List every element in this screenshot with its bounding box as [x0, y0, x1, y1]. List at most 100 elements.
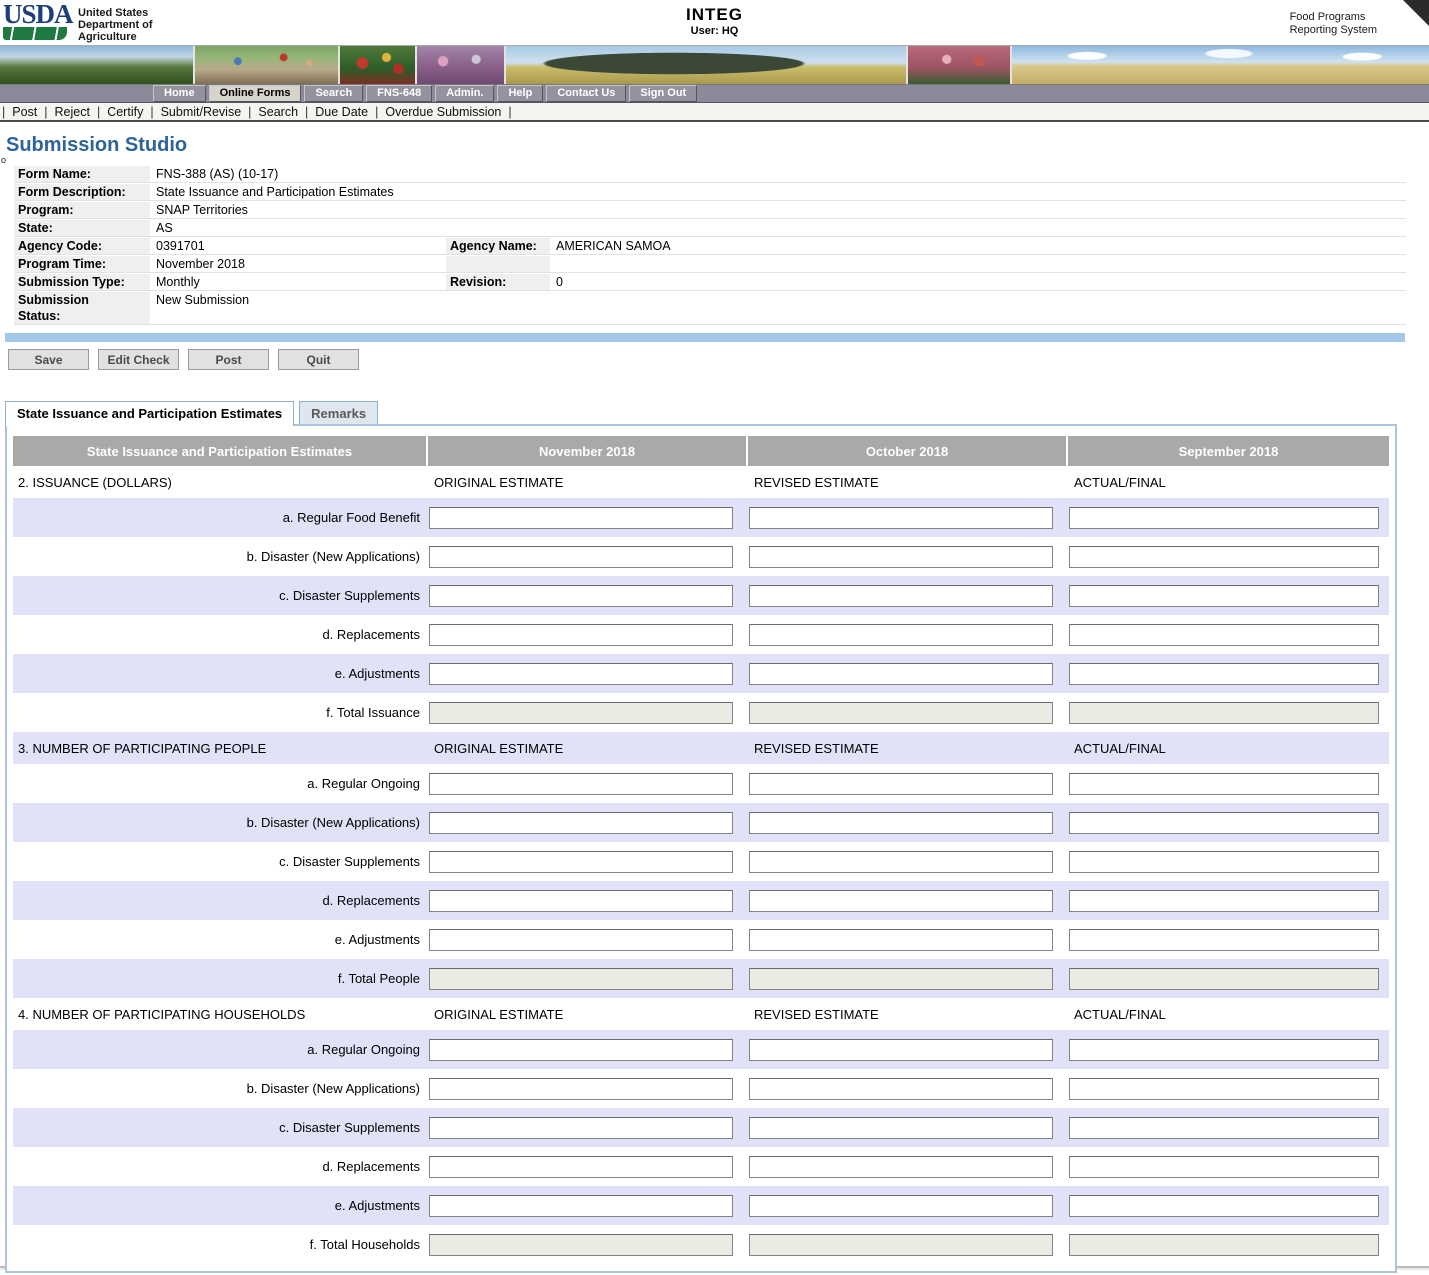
a-regular-food-benefit-september-2018-input[interactable]	[1069, 506, 1379, 529]
a-regular-food-benefit-november-2018-input[interactable]	[429, 506, 733, 529]
a-regular-ongoing-november-2018-input[interactable]	[429, 1038, 733, 1061]
e-adjustments-september-2018-input[interactable]	[1069, 662, 1379, 685]
d-replacements-september-2018-input[interactable]	[1069, 1155, 1379, 1178]
d-replacements-november-2018-input[interactable]	[429, 623, 733, 646]
metadata-value-program-time: November 2018	[156, 257, 245, 271]
tab-remarks[interactable]: Remarks	[299, 401, 379, 424]
toolbar-certify[interactable]: Certify	[100, 105, 150, 119]
c-disaster-supplements-november-2018-input[interactable]	[429, 1116, 733, 1139]
metadata-label-agency-code: Agency Code:	[14, 238, 150, 254]
environment-title: INTEG	[686, 5, 743, 24]
fprs-page: USDA United States Department of Agricul…	[0, 0, 1429, 1275]
column-label-original-estimate: ORIGINAL ESTIMATE	[434, 474, 564, 490]
toolbar-due-date[interactable]: Due Date	[308, 105, 375, 119]
save-button[interactable]: Save	[8, 349, 89, 370]
tab-state-issuance-and-participation-estimates[interactable]: State Issuance and Participation Estimat…	[5, 401, 295, 426]
toolbar-post[interactable]: Post	[5, 105, 44, 119]
grid-cell	[1068, 545, 1389, 568]
toolbar-submit-revise[interactable]: Submit/Revise	[154, 105, 249, 119]
grid-cell	[748, 1077, 1068, 1100]
c-disaster-supplements-october-2018-input[interactable]	[749, 1116, 1053, 1139]
grid-cell	[428, 584, 748, 607]
b-disaster-new-applications-october-2018-input[interactable]	[749, 545, 1053, 568]
d-replacements-september-2018-input[interactable]	[1069, 623, 1379, 646]
post-button[interactable]: Post	[188, 349, 269, 370]
user-label: User: HQ	[690, 25, 739, 37]
grid-cell	[428, 772, 748, 795]
c-disaster-supplements-september-2018-input[interactable]	[1069, 1116, 1379, 1139]
a-regular-food-benefit-october-2018-input[interactable]	[749, 506, 1053, 529]
metadata-label-form-description: Form Description:	[14, 184, 150, 200]
a-regular-ongoing-october-2018-input[interactable]	[749, 1038, 1053, 1061]
grid-cell	[428, 1116, 748, 1139]
c-disaster-supplements-september-2018-input[interactable]	[1069, 850, 1379, 873]
metadata-row: Program Time: November 2018	[14, 256, 1406, 273]
grid-cell	[748, 1233, 1068, 1256]
c-disaster-supplements-september-2018-input[interactable]	[1069, 584, 1379, 607]
nav-search[interactable]: Search	[304, 85, 364, 102]
a-regular-ongoing-september-2018-input[interactable]	[1069, 1038, 1379, 1061]
a-regular-ongoing-september-2018-input[interactable]	[1069, 772, 1379, 795]
photo-banner	[0, 45, 1429, 85]
e-adjustments-october-2018-input[interactable]	[749, 928, 1053, 951]
grid-row-e-adjustments: e. Adjustments	[13, 1186, 1389, 1225]
toolbar-search[interactable]: Search	[251, 105, 305, 119]
toolbar-reject[interactable]: Reject	[48, 105, 97, 119]
nav-fns-648[interactable]: FNS-648	[366, 85, 433, 102]
c-disaster-supplements-october-2018-input[interactable]	[749, 584, 1053, 607]
c-disaster-supplements-november-2018-input[interactable]	[429, 584, 733, 607]
grid-cell	[1068, 662, 1389, 685]
nav-contact-us[interactable]: Contact Us	[546, 85, 627, 102]
system-name-line: Reporting System	[1289, 24, 1377, 36]
e-adjustments-september-2018-input[interactable]	[1069, 1194, 1379, 1217]
grid-cell	[428, 1194, 748, 1217]
page-title: Submission Studio	[6, 134, 188, 156]
b-disaster-new-applications-september-2018-input[interactable]	[1069, 1077, 1379, 1100]
grid-cell	[748, 928, 1068, 951]
grid-row-e-adjustments: e. Adjustments	[13, 654, 1389, 693]
e-adjustments-november-2018-input[interactable]	[429, 1194, 733, 1217]
nav-admin[interactable]: Admin.	[435, 85, 495, 102]
b-disaster-new-applications-november-2018-input[interactable]	[429, 811, 733, 834]
grid-cell	[428, 662, 748, 685]
a-regular-ongoing-october-2018-input[interactable]	[749, 772, 1053, 795]
d-replacements-october-2018-input[interactable]	[749, 623, 1053, 646]
c-disaster-supplements-october-2018-input[interactable]	[749, 850, 1053, 873]
d-replacements-november-2018-input[interactable]	[429, 889, 733, 912]
d-replacements-september-2018-input[interactable]	[1069, 889, 1379, 912]
b-disaster-new-applications-october-2018-input[interactable]	[749, 1077, 1053, 1100]
grid-cell	[428, 1077, 748, 1100]
quit-button[interactable]: Quit	[278, 349, 359, 370]
metadata-value-submission-status: New Submission	[156, 293, 250, 307]
c-disaster-supplements-november-2018-input[interactable]	[429, 850, 733, 873]
e-adjustments-november-2018-input[interactable]	[429, 928, 733, 951]
b-disaster-new-applications-september-2018-input[interactable]	[1069, 545, 1379, 568]
grid-row-d-replacements: d. Replacements	[13, 615, 1389, 654]
nav-sign-out[interactable]: Sign Out	[629, 85, 698, 102]
edit-check-button[interactable]: Edit Check	[98, 349, 179, 370]
d-replacements-november-2018-input[interactable]	[429, 1155, 733, 1178]
e-adjustments-november-2018-input[interactable]	[429, 662, 733, 685]
d-replacements-october-2018-input[interactable]	[749, 889, 1053, 912]
grid-cell	[428, 811, 748, 834]
corner-fold-decoration	[1403, 0, 1429, 26]
e-adjustments-september-2018-input[interactable]	[1069, 928, 1379, 951]
toolbar-overdue-submission[interactable]: Overdue Submission	[378, 105, 508, 119]
a-regular-ongoing-november-2018-input[interactable]	[429, 772, 733, 795]
b-disaster-new-applications-october-2018-input[interactable]	[749, 811, 1053, 834]
nav-online-forms[interactable]: Online Forms	[208, 85, 302, 102]
b-disaster-new-applications-september-2018-input[interactable]	[1069, 811, 1379, 834]
nav-home[interactable]: Home	[153, 85, 206, 102]
metadata-label-form-name: Form Name:	[14, 166, 150, 182]
e-adjustments-october-2018-input[interactable]	[749, 1194, 1053, 1217]
grid-cell	[428, 967, 748, 990]
e-adjustments-october-2018-input[interactable]	[749, 662, 1053, 685]
column-label-revised-estimate: REVISED ESTIMATE	[754, 740, 879, 756]
row-label: f. Total People	[337, 971, 420, 986]
b-disaster-new-applications-november-2018-input[interactable]	[429, 1077, 733, 1100]
d-replacements-october-2018-input[interactable]	[749, 1155, 1053, 1178]
nav-help[interactable]: Help	[497, 85, 544, 102]
b-disaster-new-applications-november-2018-input[interactable]	[429, 545, 733, 568]
f-total-households-november-2018-input	[429, 1233, 733, 1256]
family-computer-photo	[417, 46, 506, 84]
